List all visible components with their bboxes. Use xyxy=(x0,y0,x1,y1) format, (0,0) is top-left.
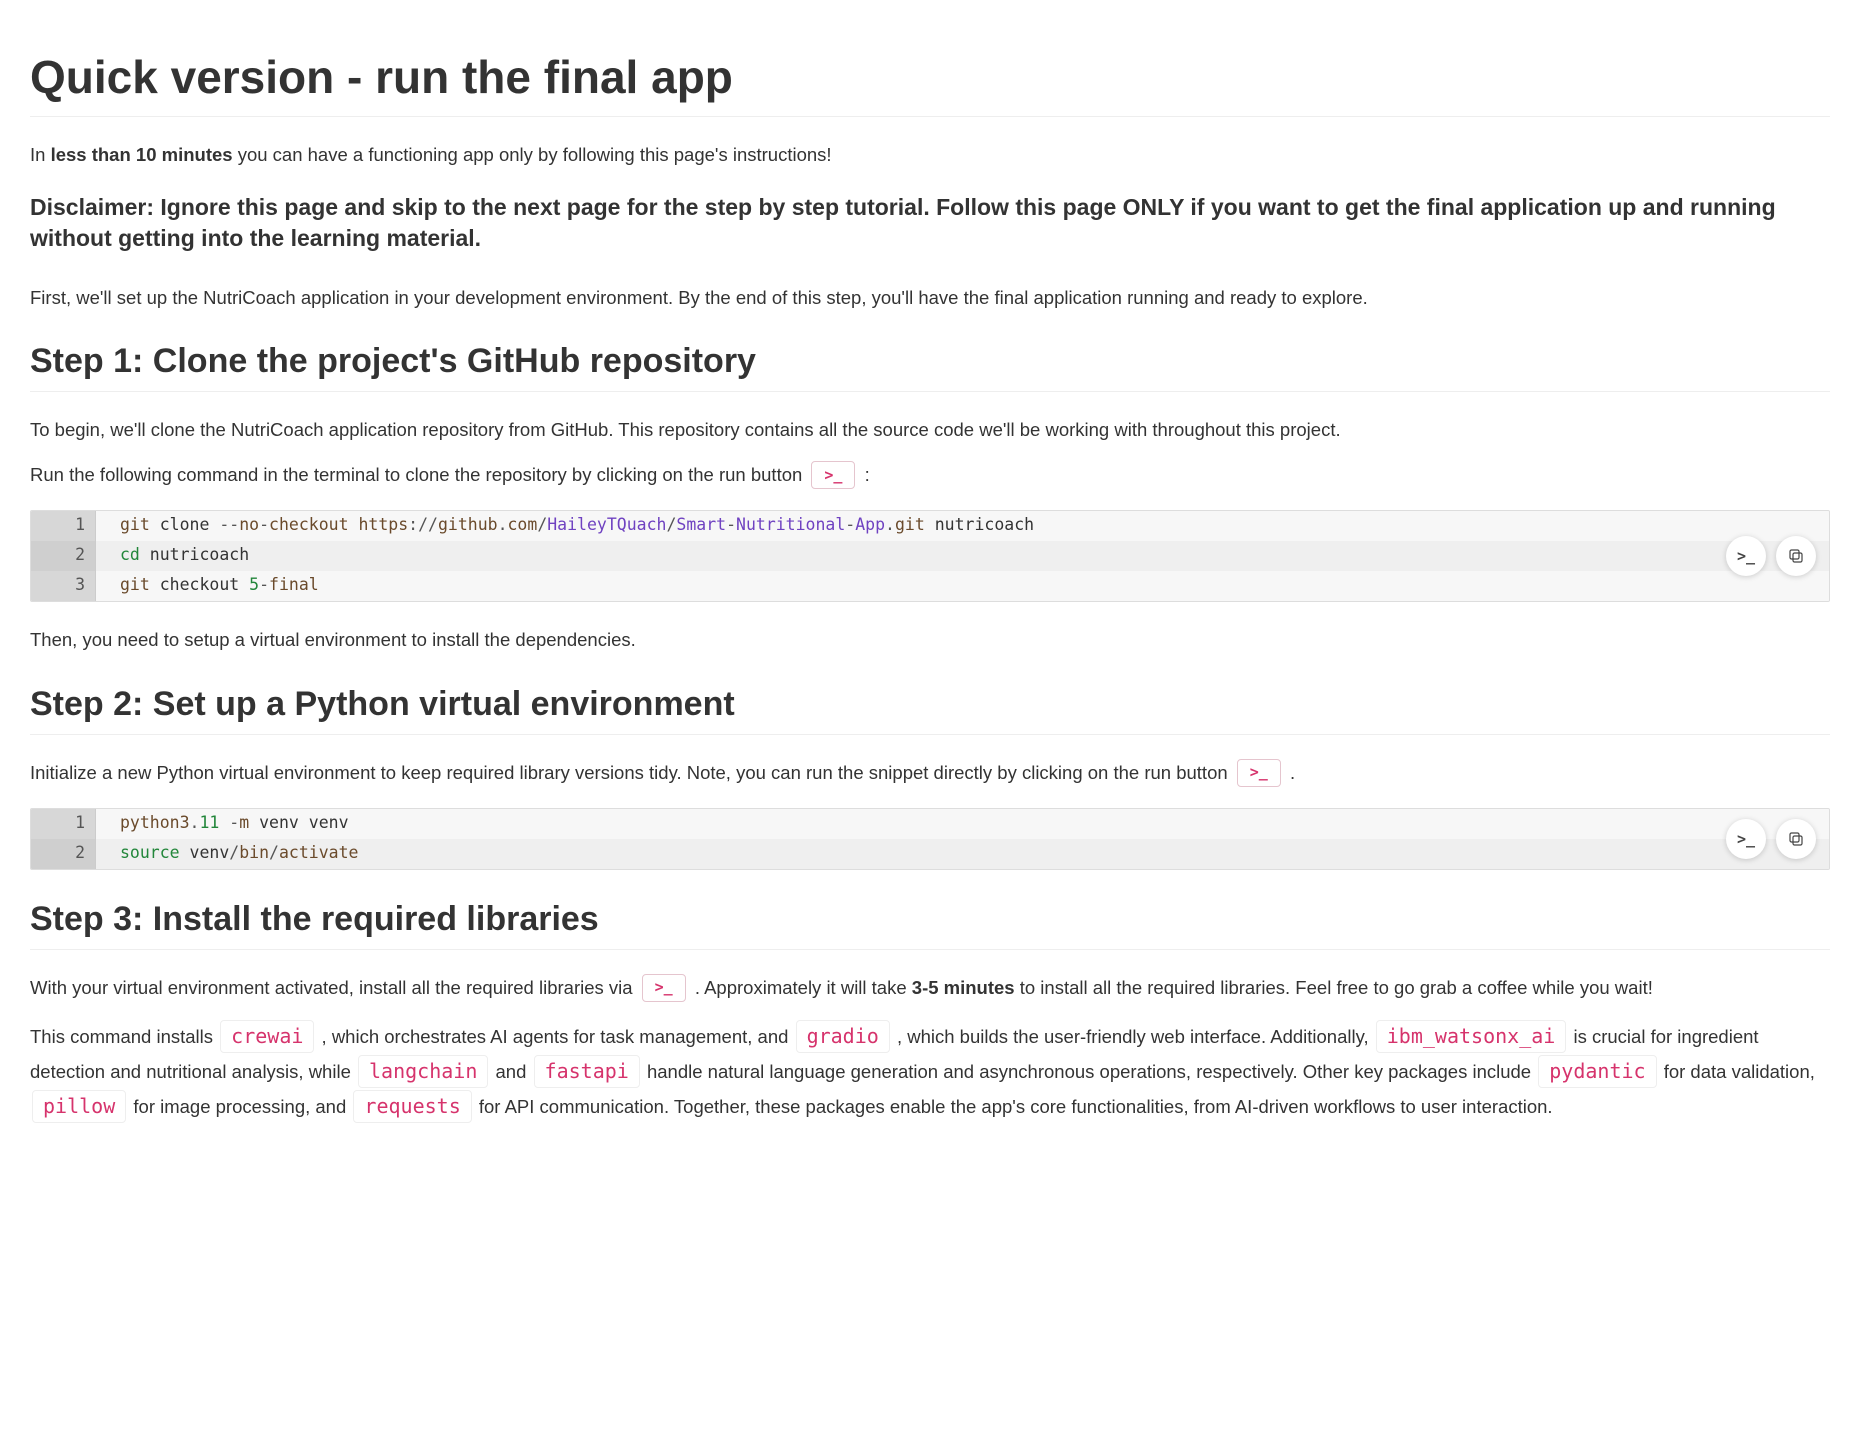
inline-code-gradio: gradio xyxy=(796,1020,890,1053)
step3-p1-pre: With your virtual environment activated,… xyxy=(30,977,638,998)
first-paragraph: First, we'll set up the NutriCoach appli… xyxy=(30,284,1830,313)
step2-p1-post: . xyxy=(1290,762,1295,783)
code-line: 3 git checkout 5-final xyxy=(31,571,1829,601)
run-badge-icon xyxy=(1237,759,1281,787)
intro-pre: In xyxy=(30,144,51,165)
inline-code-requests: requests xyxy=(353,1090,471,1123)
step1-heading: Step 1: Clone the project's GitHub repos… xyxy=(30,342,1830,381)
intro-bold: less than 10 minutes xyxy=(51,144,233,165)
inline-code-ibm-watsonx-ai: ibm_watsonx_ai xyxy=(1376,1020,1567,1053)
page-title: Quick version - run the final app xyxy=(30,50,1830,104)
intro-paragraph: In less than 10 minutes you can have a f… xyxy=(30,141,1830,170)
code-line: 2 source venv/bin/activate xyxy=(31,839,1829,869)
copy-code-button[interactable] xyxy=(1776,819,1816,859)
code-content: cd nutricoach xyxy=(96,541,265,571)
code-line: 1 python3.11 -m venv venv xyxy=(31,809,1829,839)
page-root: Quick version - run the final app In les… xyxy=(0,0,1860,1201)
run-badge-icon xyxy=(642,974,686,1002)
inline-code-pillow: pillow xyxy=(32,1090,126,1123)
codeblock-2-wrap: 1 python3.11 -m venv venv 2 source venv/… xyxy=(30,808,1830,870)
run-badge-icon xyxy=(811,461,855,489)
divider xyxy=(30,116,1830,117)
step3-p1-post: to install all the required libraries. F… xyxy=(1015,977,1653,998)
codeblock-2: 1 python3.11 -m venv venv 2 source venv/… xyxy=(30,808,1830,870)
copy-icon xyxy=(1787,830,1805,848)
copy-code-button[interactable] xyxy=(1776,536,1816,576)
inline-code-fastapi: fastapi xyxy=(534,1055,640,1088)
codeblock-1-wrap: 1 git clone --no-checkout https://github… xyxy=(30,510,1830,602)
step2-p1: Initialize a new Python virtual environm… xyxy=(30,759,1830,788)
line-number: 3 xyxy=(31,571,96,601)
divider xyxy=(30,391,1830,392)
step1-p1: To begin, we'll clone the NutriCoach app… xyxy=(30,416,1830,445)
line-number: 2 xyxy=(31,541,96,571)
step1-p2-pre: Run the following command in the termina… xyxy=(30,464,807,485)
codeblock-1: 1 git clone --no-checkout https://github… xyxy=(30,510,1830,602)
step3-p1-bold: 3-5 minutes xyxy=(912,977,1015,998)
disclaimer: Disclaimer: Ignore this page and skip to… xyxy=(30,192,1830,254)
copy-icon xyxy=(1787,547,1805,565)
step3-p1-mid: . Approximately it will take xyxy=(695,977,912,998)
code-content: git checkout 5-final xyxy=(96,571,335,601)
step3-p2: This command installs crewai , which orc… xyxy=(30,1019,1830,1124)
line-number: 1 xyxy=(31,809,96,839)
code-line: 2 cd nutricoach xyxy=(31,541,1829,571)
line-number: 1 xyxy=(31,511,96,541)
code-content: git clone --no-checkout https://github.c… xyxy=(96,511,1050,541)
divider xyxy=(30,734,1830,735)
step1-p2-post: : xyxy=(865,464,870,485)
inline-code-crewai: crewai xyxy=(220,1020,314,1053)
code-line: 1 git clone --no-checkout https://github… xyxy=(31,511,1829,541)
step2-heading: Step 2: Set up a Python virtual environm… xyxy=(30,685,1830,724)
step2-p1-pre: Initialize a new Python virtual environm… xyxy=(30,762,1233,783)
intro-post: you can have a functioning app only by f… xyxy=(233,144,832,165)
run-code-button[interactable] xyxy=(1726,819,1766,859)
inline-code-langchain: langchain xyxy=(358,1055,488,1088)
codeblock-1-actions xyxy=(1726,536,1816,576)
step1-p2: Run the following command in the termina… xyxy=(30,461,1830,490)
run-code-button[interactable] xyxy=(1726,536,1766,576)
codeblock-2-actions xyxy=(1726,819,1816,859)
code-content: source venv/bin/activate xyxy=(96,839,374,869)
code-content: python3.11 -m venv venv xyxy=(96,809,365,839)
inline-code-pydantic: pydantic xyxy=(1538,1055,1656,1088)
step1-after: Then, you need to setup a virtual enviro… xyxy=(30,626,1830,655)
step3-heading: Step 3: Install the required libraries xyxy=(30,900,1830,939)
line-number: 2 xyxy=(31,839,96,869)
step3-p1: With your virtual environment activated,… xyxy=(30,974,1830,1003)
divider xyxy=(30,949,1830,950)
